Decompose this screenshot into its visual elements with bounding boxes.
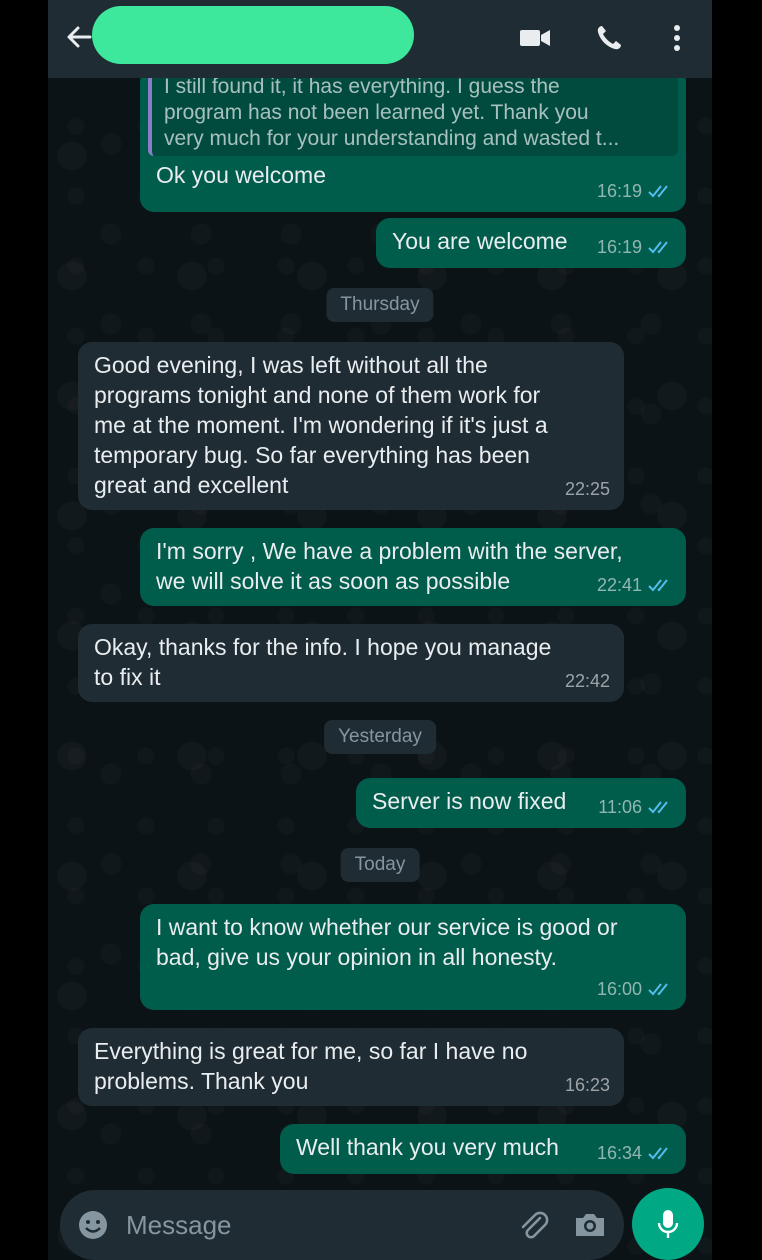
chat-header (48, 0, 712, 78)
double-check-icon (648, 579, 668, 592)
arrow-left-icon (67, 26, 92, 48)
video-call-icon (520, 30, 550, 46)
message-meta: 16:23 (565, 1070, 610, 1100)
date-separator: Today (340, 848, 420, 882)
chat-screen: I still found it, it has everything. I g… (48, 0, 712, 1260)
message-time: 16:23 (564, 1075, 610, 1095)
message-text: Everything is great for me, so far I hav… (94, 1038, 528, 1094)
emoji-icon (79, 1211, 107, 1239)
message-composer (60, 1190, 624, 1260)
message-outgoing[interactable]: Server is now fixed 11:06 (356, 778, 686, 828)
quoted-text: I still found it, it has everything. I g… (164, 75, 620, 150)
date-separator: Yesterday (324, 720, 436, 754)
voice-call-button[interactable] (593, 22, 627, 54)
more-vert-icon (674, 25, 680, 51)
double-check-icon (648, 241, 668, 254)
quoted-message[interactable]: I still found it, it has everything. I g… (148, 74, 678, 156)
message-incoming[interactable]: Good evening, I was left without all the… (78, 342, 624, 510)
message-time: 16:19 (596, 237, 642, 257)
message-time: 22:42 (564, 671, 610, 691)
date-separator: Thursday (326, 288, 434, 322)
message-text: Ok you welcome (156, 162, 327, 188)
message-incoming[interactable]: Okay, thanks for the info. I hope you ma… (78, 624, 624, 702)
microphone-icon (657, 1210, 679, 1238)
emoji-button[interactable] (76, 1208, 110, 1242)
message-text: I want to know whether our service is go… (156, 914, 618, 970)
message-meta: 16:19 (597, 176, 672, 206)
message-outgoing[interactable]: I still found it, it has everything. I g… (140, 68, 686, 212)
message-time: 22:41 (596, 575, 642, 595)
voice-record-button[interactable] (632, 1188, 704, 1260)
message-incoming[interactable]: Everything is great for me, so far I hav… (78, 1028, 624, 1106)
camera-button[interactable] (572, 1208, 608, 1242)
message-meta: 11:06 (598, 792, 672, 822)
message-outgoing[interactable]: You are welcome 16:19 (376, 218, 686, 268)
message-outgoing[interactable]: I'm sorry , We have a problem with the s… (140, 528, 686, 606)
phone-icon (597, 26, 621, 50)
message-time: 16:19 (596, 181, 642, 201)
more-options-button[interactable] (660, 22, 694, 54)
message-time: 16:34 (596, 1143, 642, 1163)
message-outgoing[interactable]: I want to know whether our service is go… (140, 904, 686, 1010)
double-check-icon (648, 185, 668, 198)
message-meta: 16:34 (597, 1138, 672, 1168)
message-meta: 22:41 (597, 570, 672, 600)
message-time: 16:00 (596, 979, 642, 999)
message-outgoing[interactable]: Well thank you very much 16:34 (280, 1124, 686, 1174)
message-meta: 16:19 (597, 232, 672, 262)
double-check-icon (648, 1147, 668, 1160)
attach-button[interactable] (516, 1208, 550, 1242)
message-text: Good evening, I was left without all the… (94, 352, 548, 498)
message-input[interactable] (126, 1204, 496, 1246)
double-check-icon (648, 801, 668, 814)
message-time: 11:06 (598, 797, 642, 817)
message-text: I'm sorry , We have a problem with the s… (156, 538, 623, 594)
message-meta: 16:00 (597, 974, 672, 1004)
back-button[interactable] (62, 20, 96, 54)
message-list[interactable]: I still found it, it has everything. I g… (48, 68, 712, 1183)
video-call-button[interactable] (518, 22, 552, 54)
message-time: 22:25 (564, 479, 610, 499)
double-check-icon (648, 983, 668, 996)
camera-icon (576, 1214, 604, 1236)
message-meta: 22:25 (565, 474, 610, 504)
message-text: Okay, thanks for the info. I hope you ma… (94, 634, 552, 690)
contact-name-redacted[interactable] (92, 6, 414, 64)
message-meta: 22:42 (565, 666, 610, 696)
paperclip-icon (521, 1211, 549, 1239)
